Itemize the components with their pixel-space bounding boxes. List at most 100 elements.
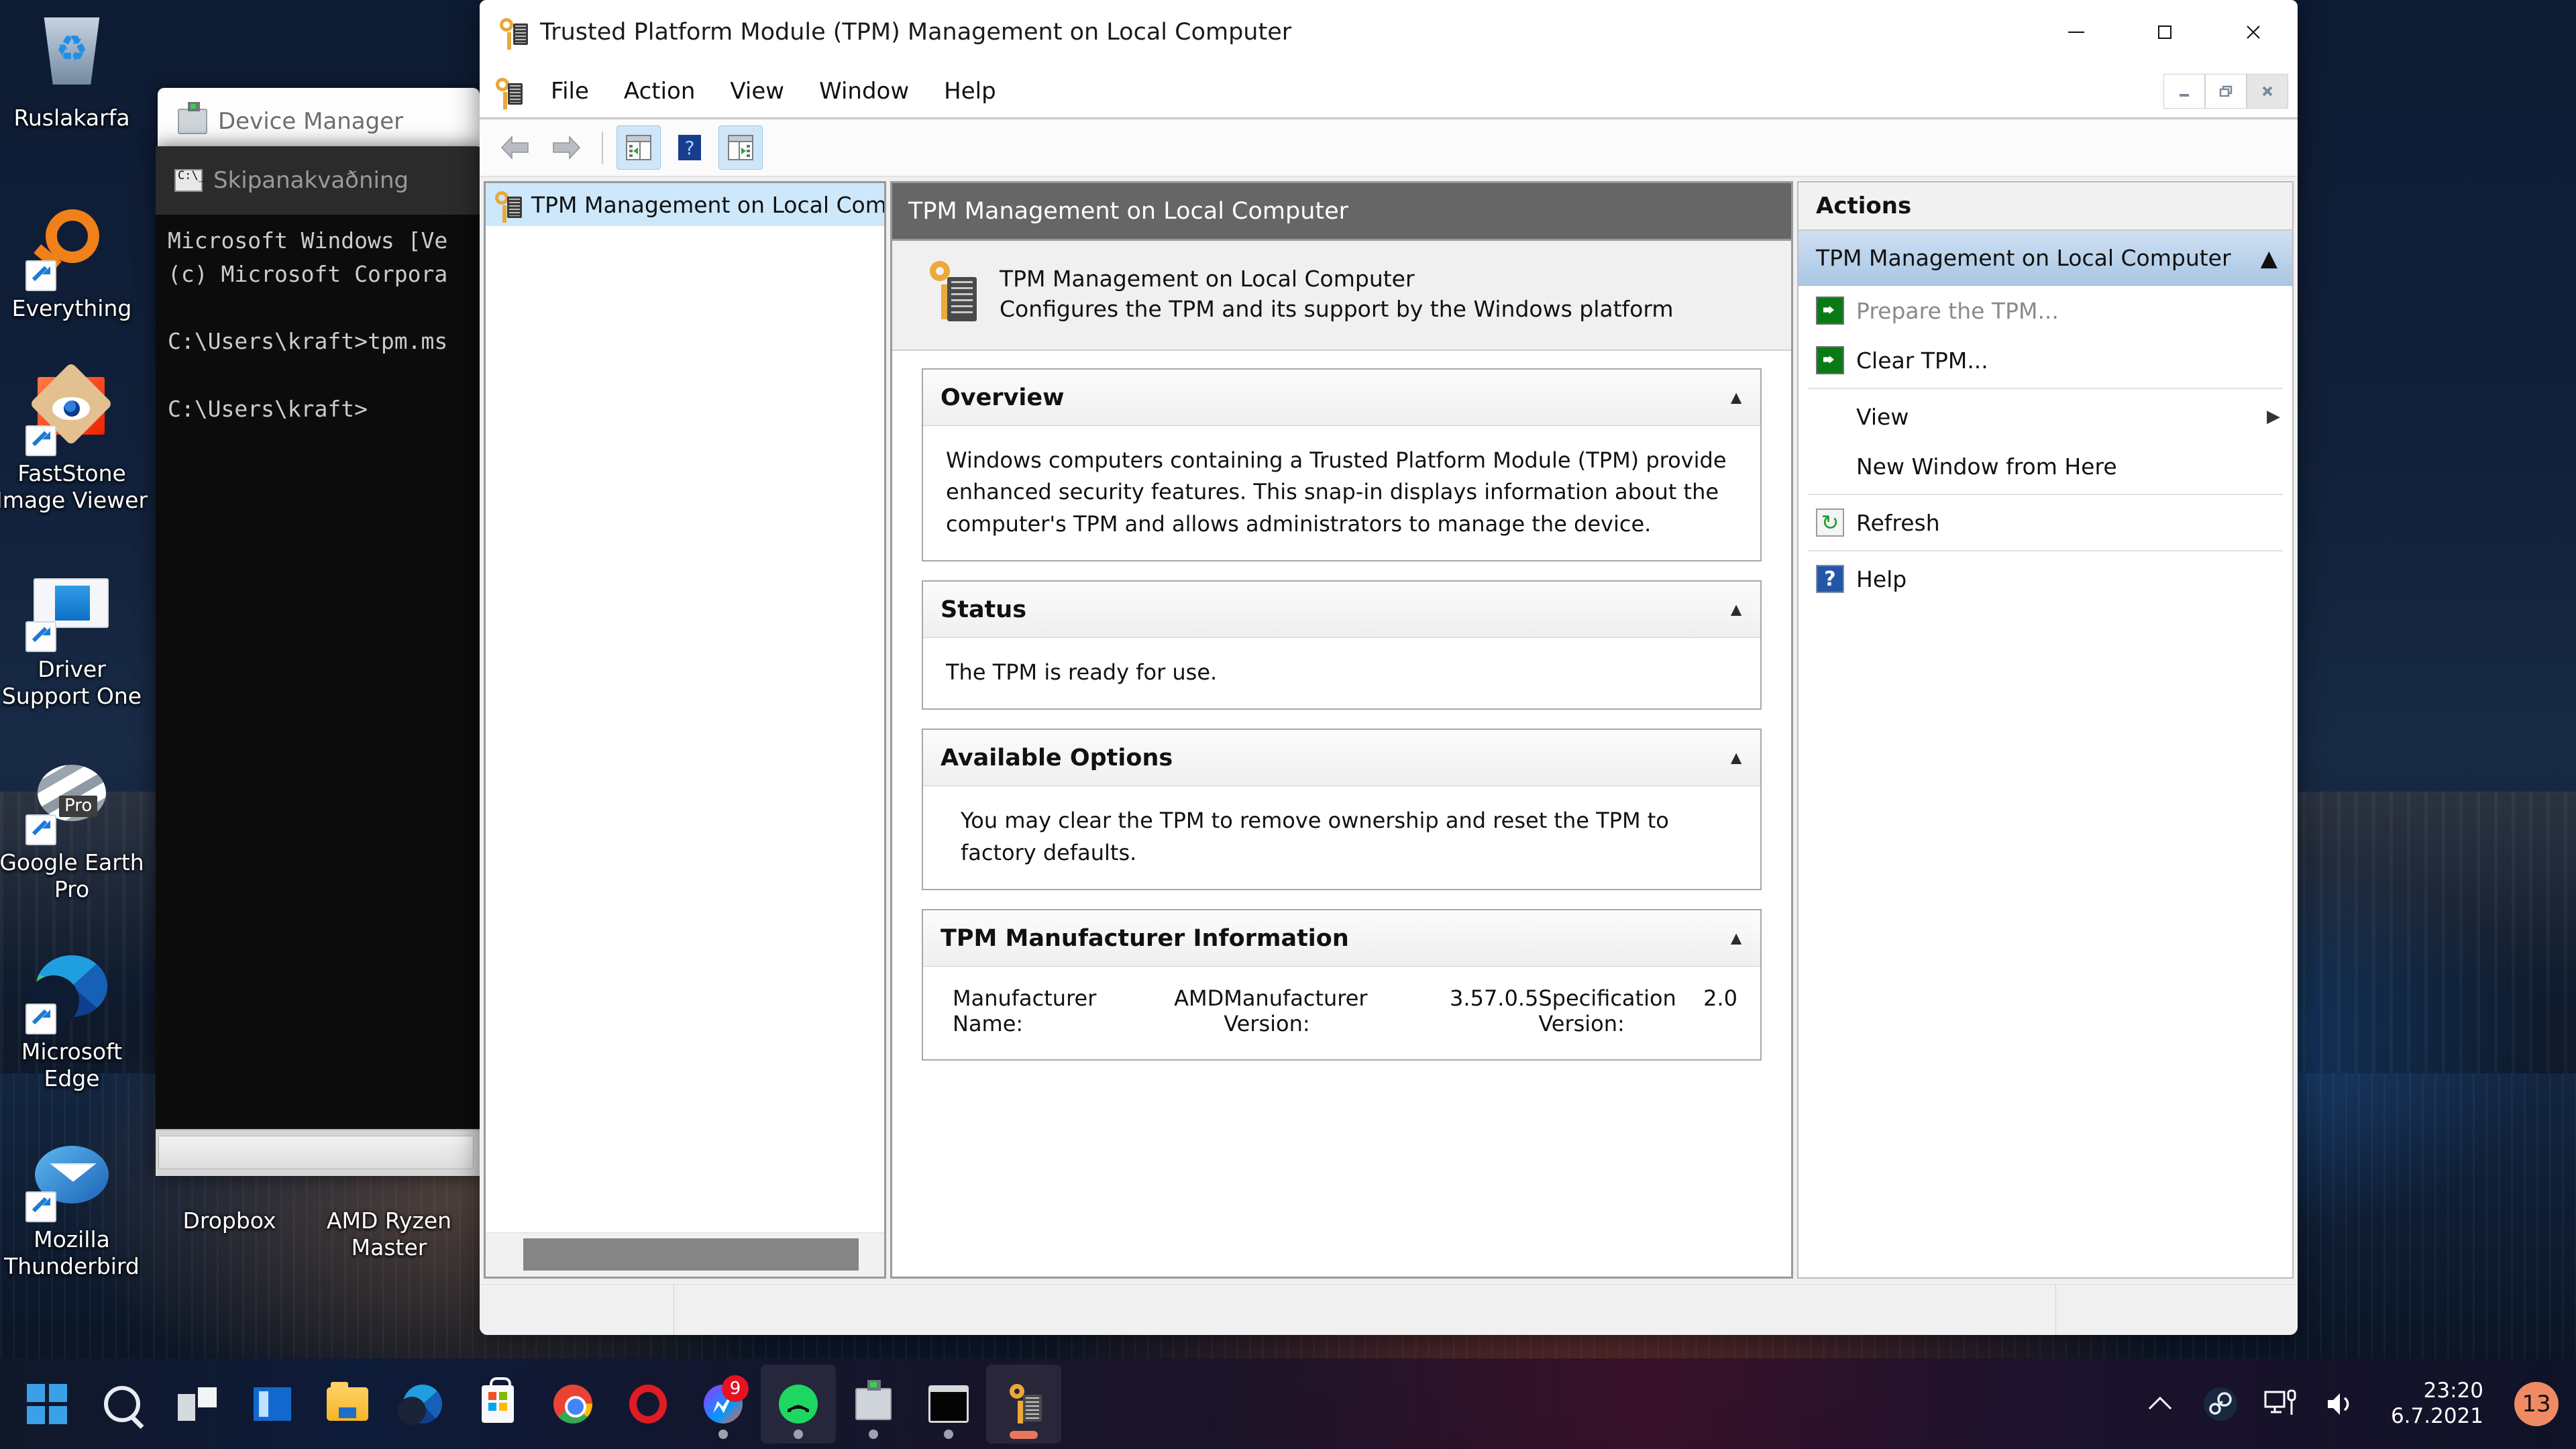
section-header[interactable]: Overview ▲ — [923, 370, 1760, 426]
field-label: Specification Version: — [1538, 985, 1693, 1036]
section-header[interactable]: Available Options ▲ — [923, 730, 1760, 786]
console-tree-pane[interactable]: TPM Management on Local Computer — [484, 181, 886, 1279]
collapse-chevron-icon[interactable]: ▲ — [1727, 387, 1746, 409]
mdi-minimize-button[interactable] — [2163, 74, 2205, 109]
section-header[interactable]: Status ▲ — [923, 582, 1760, 638]
desktop-icon-amd-ryzen-master[interactable]: AMD Ryzen Master — [309, 1208, 470, 1262]
command-prompt-titlebar[interactable]: C:\_ Skipanakvaðning — [156, 146, 483, 215]
tpm-management-window[interactable]: Trusted Platform Module (TPM) Management… — [480, 0, 2298, 1335]
command-prompt-button[interactable] — [911, 1364, 986, 1444]
messenger-button[interactable]: 9 — [686, 1364, 761, 1444]
action-view[interactable]: View ▶ — [1799, 392, 2292, 441]
collapse-chevron-icon[interactable]: ▲ — [1727, 747, 1746, 769]
menu-view[interactable]: View — [712, 74, 802, 109]
search-button[interactable] — [85, 1364, 160, 1444]
chevron-up-icon[interactable] — [2141, 1385, 2179, 1423]
recycle-bin-icon — [28, 12, 115, 99]
toolbar[interactable]: ? — [480, 119, 2298, 177]
action-clear-tpm[interactable]: Clear TPM... — [1799, 335, 2292, 385]
field-label: Manufacturer Version: — [1224, 985, 1439, 1036]
system-tray[interactable]: 23:20 6.7.2021 13 — [2141, 1358, 2576, 1449]
menu-window[interactable]: Window — [802, 74, 926, 109]
console-tree[interactable]: TPM Management on Local Computer — [486, 183, 884, 1232]
taskbar-clock[interactable]: 23:20 6.7.2021 — [2383, 1379, 2491, 1430]
show-hide-console-tree-icon[interactable] — [616, 125, 661, 170]
desktop-icon-mozilla-thunderbird[interactable]: Mozilla Thunderbird — [0, 1134, 149, 1281]
submenu-arrow-icon: ▶ — [2267, 407, 2292, 427]
desktop-icon-microsoft-edge[interactable]: Microsoft Edge — [0, 946, 149, 1093]
steam-icon[interactable] — [2202, 1385, 2239, 1423]
taskbar-buttons[interactable]: 9 — [0, 1358, 1248, 1449]
scrollbar-thumb[interactable] — [523, 1238, 859, 1271]
minimize-button[interactable] — [2032, 0, 2121, 64]
mdi-restore-button[interactable] — [2205, 74, 2247, 109]
collapse-chevron-icon[interactable]: ▲ — [1727, 599, 1746, 621]
menu-help[interactable]: Help — [926, 74, 1014, 109]
tree-horizontal-scrollbar[interactable] — [486, 1232, 884, 1277]
taskbar[interactable]: 9 — [0, 1358, 2576, 1449]
action-help[interactable]: Help — [1799, 554, 2292, 604]
command-prompt-output[interactable]: Microsoft Windows [Ve (c) Microsoft Corp… — [156, 215, 483, 426]
microsoft-edge-button[interactable] — [385, 1364, 460, 1444]
show-hide-action-pane-icon[interactable] — [718, 125, 763, 170]
desktop-icon-faststone[interactable]: FastStone Image Viewer — [0, 368, 149, 515]
action-label: Help — [1856, 566, 2292, 592]
close-button[interactable] — [2209, 0, 2298, 64]
desktop-icon-driver-support-one[interactable]: Driver Support One — [0, 564, 149, 710]
desktop-icon-recycle-bin[interactable]: Ruslakarfa — [0, 12, 149, 131]
notification-center-badge[interactable]: 13 — [2514, 1382, 2559, 1426]
start-button[interactable] — [9, 1364, 85, 1444]
collapse-chevron-icon[interactable]: ▲ — [1727, 928, 1746, 949]
desktop-icon-google-earth-pro[interactable]: Pro Google Earth Pro — [0, 757, 149, 904]
action-label: Refresh — [1856, 510, 2292, 536]
device-manager-window[interactable]: Device Manager — [158, 88, 480, 155]
task-view-button[interactable] — [160, 1364, 235, 1444]
opera-button[interactable] — [610, 1364, 686, 1444]
action-label: View — [1856, 404, 2255, 430]
back-arrow-icon[interactable] — [493, 125, 537, 170]
menu-file[interactable]: File — [533, 74, 606, 109]
action-new-window-from-here[interactable]: New Window from Here — [1799, 441, 2292, 491]
network-icon[interactable] — [2262, 1385, 2300, 1423]
window-titlebar[interactable]: Trusted Platform Module (TPM) Management… — [480, 0, 2298, 64]
actions-group-header[interactable]: TPM Management on Local Computer ▲ — [1799, 231, 2292, 286]
volume-icon[interactable] — [2322, 1385, 2360, 1423]
running-indicator — [944, 1430, 953, 1439]
menu-action[interactable]: Action — [606, 74, 712, 109]
file-explorer-icon — [327, 1387, 368, 1421]
command-prompt-hscrollbar[interactable] — [156, 1129, 483, 1176]
tree-item-label: TPM Management on Local Computer — [531, 192, 884, 218]
widgets-button[interactable] — [235, 1364, 310, 1444]
spotify-button[interactable] — [761, 1364, 836, 1444]
green-arrow-icon — [1816, 346, 1844, 374]
result-pane-header: TPM Management on Local Computer — [892, 183, 1791, 241]
desktop-icon-dropbox[interactable]: Dropbox — [156, 1208, 303, 1234]
clock-date: 6.7.2021 — [2391, 1404, 2483, 1430]
mdi-window-controls[interactable] — [2163, 64, 2298, 117]
scrollbar-thumb[interactable] — [158, 1136, 474, 1169]
forward-arrow-icon[interactable] — [544, 125, 588, 170]
opera-icon — [629, 1385, 667, 1424]
task-view-icon — [178, 1387, 217, 1421]
collapse-chevron-icon[interactable]: ▲ — [2261, 245, 2277, 271]
menu-bar[interactable]: File Action View Window Help — [480, 64, 2298, 119]
spotify-icon — [779, 1385, 818, 1424]
mozilla-thunderbird-icon — [28, 1134, 115, 1221]
faststone-image-viewer-icon — [28, 368, 115, 455]
desktop-icon-everything[interactable]: Everything — [0, 203, 149, 322]
command-prompt-window[interactable]: C:\_ Skipanakvaðning Microsoft Windows [… — [156, 146, 483, 1176]
maximize-button[interactable] — [2121, 0, 2209, 64]
file-explorer-button[interactable] — [310, 1364, 385, 1444]
section-header[interactable]: TPM Manufacturer Information ▲ — [923, 910, 1760, 967]
action-prepare-the-tpm[interactable]: Prepare the TPM... — [1799, 286, 2292, 335]
google-chrome-button[interactable] — [535, 1364, 610, 1444]
section-body: You may clear the TPM to remove ownershi… — [923, 786, 1760, 889]
mdi-close-button[interactable] — [2247, 74, 2288, 109]
microsoft-store-button[interactable] — [460, 1364, 535, 1444]
tree-item-tpm-management[interactable]: TPM Management on Local Computer — [486, 183, 884, 226]
device-manager-button[interactable] — [836, 1364, 911, 1444]
help-icon[interactable]: ? — [667, 125, 712, 170]
tpm-management-button[interactable] — [986, 1364, 1061, 1444]
action-refresh[interactable]: Refresh — [1799, 498, 2292, 547]
field-label: Manufacturer Name: — [953, 985, 1163, 1036]
